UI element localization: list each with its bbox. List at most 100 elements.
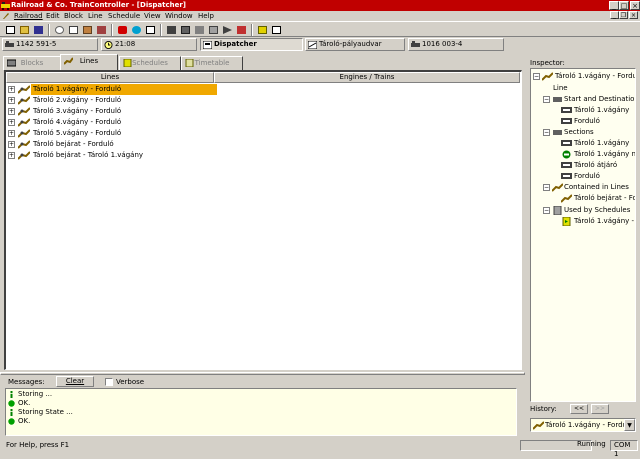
close-button[interactable]: ×	[630, 1, 640, 10]
collapse-icon[interactable]: −	[543, 96, 550, 103]
mdi-minimize-button[interactable]: _	[610, 11, 619, 19]
line-icon	[18, 129, 30, 138]
tab-dispatcher[interactable]: Dispatcher	[200, 38, 303, 51]
menu-line[interactable]: Line	[88, 11, 103, 21]
chevron-down-icon[interactable]: ▼	[624, 419, 635, 431]
menu-window[interactable]: Window	[165, 11, 193, 21]
history-back-button[interactable]: <<	[570, 404, 588, 414]
mdi-close-button[interactable]: ×	[629, 11, 638, 19]
line-icon	[18, 107, 30, 116]
monitor-button[interactable]	[179, 24, 192, 36]
column-header-engines[interactable]: Engines / Trains	[214, 72, 520, 83]
list-row[interactable]: + Tároló 5.vágány - Forduló	[6, 128, 516, 139]
stop-icon	[118, 26, 127, 34]
tab-clock[interactable]: 21:08	[101, 38, 197, 51]
list-row[interactable]: + Tároló bejárat - Tároló 1.vágány	[6, 150, 516, 161]
minimize-button[interactable]: _	[609, 1, 619, 10]
tab-schedules[interactable]: Schedules	[119, 56, 181, 70]
collapse-icon[interactable]: −	[533, 73, 540, 80]
tab-lines[interactable]: Lines	[60, 54, 118, 70]
list-row[interactable]: + Tároló 4.vágány - Forduló	[6, 117, 516, 128]
view-tab-bar: Blocks Lines Schedules Timetable	[0, 54, 525, 70]
block-group-icon	[553, 97, 562, 102]
mdi-restore-button[interactable]: ❐	[619, 11, 628, 19]
tree-label: Line	[553, 84, 568, 92]
operate-icon	[223, 26, 232, 34]
turnout-icon	[562, 150, 571, 159]
menu-railroad[interactable]: Railroad	[14, 11, 43, 21]
whats-this-icon	[272, 26, 281, 34]
stop-button[interactable]	[116, 24, 129, 36]
message-text: OK.	[18, 417, 31, 425]
properties-button[interactable]	[95, 24, 108, 36]
info-icon	[10, 409, 13, 416]
expand-icon[interactable]: +	[8, 152, 15, 159]
schedule-button[interactable]	[207, 24, 220, 36]
app-icon[interactable]	[1, 1, 10, 10]
cut-button[interactable]	[53, 24, 66, 36]
help-button[interactable]	[256, 24, 269, 36]
lines-list[interactable]: Lines Engines / Trains + Tároló 1.vágány …	[4, 70, 522, 370]
history-forward-button[interactable]: >>	[591, 404, 609, 414]
messages-pane[interactable]: Storing ... OK. Storing State ... OK.	[5, 388, 517, 436]
expand-icon[interactable]: +	[8, 86, 15, 93]
operate-button[interactable]	[221, 24, 234, 36]
tree-label: Start and Destination Blocks	[564, 95, 636, 103]
copy-button[interactable]	[67, 24, 80, 36]
emergency-button[interactable]	[130, 24, 143, 36]
collapse-icon[interactable]: −	[543, 129, 550, 136]
line-icon	[18, 151, 30, 160]
document-icon[interactable]	[2, 12, 10, 20]
title-bar[interactable]: Railroad & Co. TrainController - [Dispat…	[0, 0, 640, 11]
list-row[interactable]: + Tároló 1.vágány - Forduló	[6, 84, 516, 95]
expand-icon[interactable]: +	[8, 141, 15, 148]
expand-icon[interactable]: +	[8, 108, 15, 115]
menu-help[interactable]: Help	[198, 11, 214, 21]
tab-engine-1016[interactable]: 1016 003-4	[408, 38, 504, 51]
block-button[interactable]	[193, 24, 206, 36]
line-icon	[552, 183, 563, 192]
line-button[interactable]	[235, 24, 248, 36]
properties-icon	[97, 26, 106, 34]
inspector-tree[interactable]: − Tároló 1.vágány - Forduló Line − Start…	[530, 68, 636, 402]
tree-node-line[interactable]: Line	[553, 83, 568, 94]
block-icon	[561, 162, 572, 168]
expand-icon[interactable]: +	[8, 130, 15, 137]
new-button[interactable]	[4, 24, 17, 36]
menu-schedule[interactable]: Schedule	[108, 11, 140, 21]
save-button[interactable]	[32, 24, 45, 36]
route-button[interactable]	[165, 24, 178, 36]
list-row[interactable]: + Tároló 2.vágány - Forduló	[6, 95, 516, 106]
collapse-icon[interactable]: −	[543, 184, 550, 191]
settings-button[interactable]	[144, 24, 157, 36]
toolbar	[0, 21, 640, 37]
tab-switchboard[interactable]: Tároló-pályaudvar	[305, 38, 405, 51]
tab-blocks[interactable]: Blocks	[3, 56, 61, 70]
list-header: Lines Engines / Trains	[6, 72, 520, 83]
column-header-lines[interactable]: Lines	[6, 72, 214, 83]
tab-label: 1016 003-4	[422, 40, 463, 48]
tab-label: Schedules	[132, 59, 168, 67]
tab-label: 1142 591-5	[16, 40, 57, 48]
list-row[interactable]: + Tároló bejárat - Forduló	[6, 139, 516, 150]
whats-this-button[interactable]	[270, 24, 283, 36]
expand-icon[interactable]: +	[8, 97, 15, 104]
tab-timetable[interactable]: Timetable	[181, 56, 243, 70]
history-dropdown[interactable]: Tároló 1.vágány - Forduló ▼	[530, 418, 636, 432]
verbose-checkbox[interactable]	[105, 378, 113, 386]
menu-edit[interactable]: Edit	[46, 11, 60, 21]
splitter[interactable]	[0, 372, 525, 375]
expand-icon[interactable]: +	[8, 119, 15, 126]
route-icon	[167, 26, 176, 34]
menu-view[interactable]: View	[144, 11, 161, 21]
maximize-button[interactable]: □	[619, 1, 629, 10]
clear-button[interactable]: Clear	[56, 376, 94, 387]
collapse-icon[interactable]: −	[543, 207, 550, 214]
menu-block[interactable]: Block	[64, 11, 83, 21]
list-row[interactable]: + Tároló 3.vágány - Forduló	[6, 106, 516, 117]
paste-button[interactable]	[81, 24, 94, 36]
open-button[interactable]	[18, 24, 31, 36]
message-text: Storing State ...	[18, 408, 73, 416]
status-mode-label: Running	[577, 440, 606, 448]
tab-engine-1142[interactable]: 1142 591-5	[2, 38, 98, 51]
